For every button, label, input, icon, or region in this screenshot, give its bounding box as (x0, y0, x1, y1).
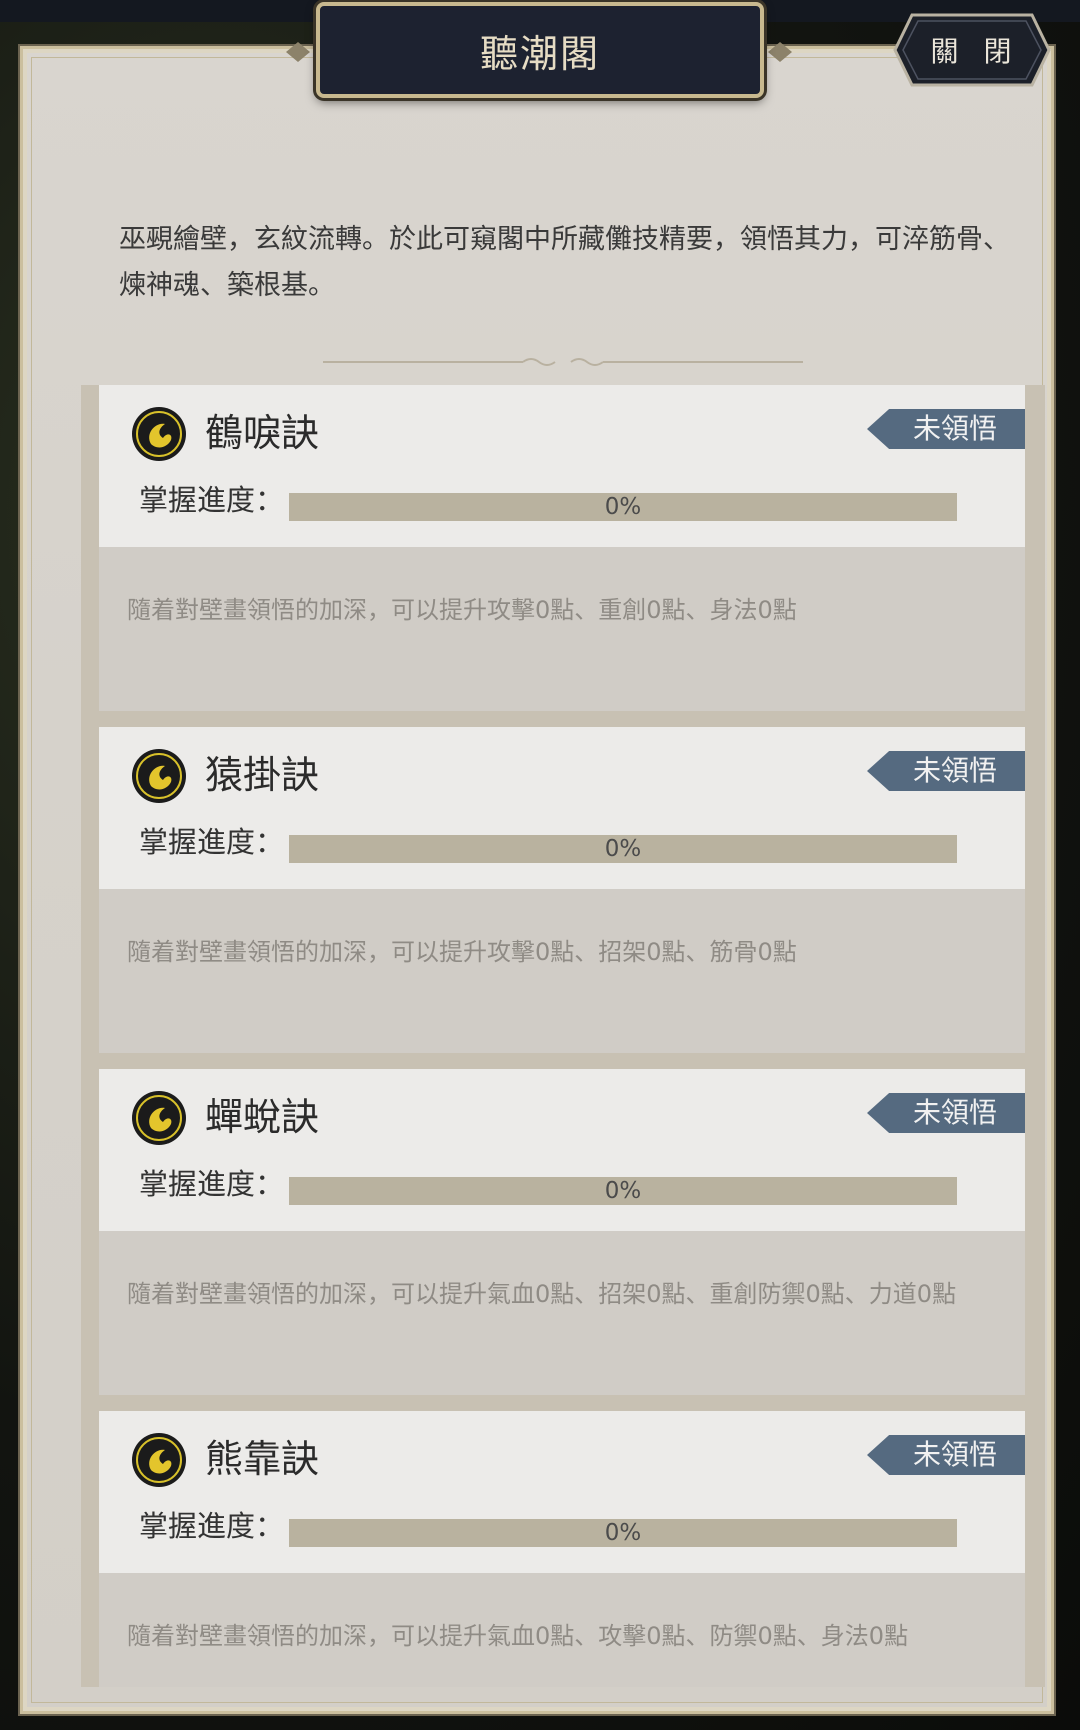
skill-description: 隨着對壁畫領悟的加深，可以提升氣血0點、攻擊0點、防禦0點、身法0點 (127, 1622, 909, 1650)
skill-card: 鶴唳訣 未領悟 掌握進度： 0% 隨着對壁畫領悟的加深，可以提升攻擊0點、重創0… (99, 385, 1025, 711)
progress-text: 0% (604, 494, 642, 520)
skill-description: 隨着對壁畫領悟的加深，可以提升氣血0點、招架0點、重創防禦0點、力道0點 (127, 1280, 957, 1308)
skill-card: 蟬蛻訣 未領悟 掌握進度： 0% 隨着對壁畫領悟的加深，可以提升氣血0點、招架0… (99, 1069, 1025, 1395)
skill-name: 猿掛訣 (205, 753, 320, 797)
skill-description: 隨着對壁畫領悟的加深，可以提升攻擊0點、招架0點、筋骨0點 (127, 938, 797, 966)
skill-card: 熊靠訣 未領悟 掌握進度： 0% 隨着對壁畫領悟的加深，可以提升氣血0點、攻擊0… (99, 1411, 1025, 1687)
window-title-plaque: 聽潮閣 (316, 2, 764, 98)
intro-text: 巫覡繪壁，玄紋流轉。於此可窺閣中所藏儺技精要，領悟其力，可淬筋骨、煉神魂、築根基… (119, 224, 1010, 301)
progress-label: 掌握進度： (139, 483, 285, 517)
skill-name: 熊靠訣 (205, 1437, 320, 1481)
skill-status-badge: 未領悟 (867, 751, 1025, 791)
skill-card: 猿掛訣 未領悟 掌握進度： 0% 隨着對壁畫領悟的加深，可以提升攻擊0點、招架0… (99, 727, 1025, 1053)
skill-description: 隨着對壁畫領悟的加深，可以提升攻擊0點、重創0點、身法0點 (127, 596, 797, 624)
progress-label: 掌握進度： (139, 1167, 285, 1201)
progress-label: 掌握進度： (139, 1509, 285, 1543)
progress-bar: 0% (289, 1177, 957, 1205)
dialog-panel: 巫覡繪壁，玄紋流轉。於此可窺閣中所藏儺技精要，領悟其力，可淬筋骨、煉神魂、築根基… (20, 46, 1054, 1714)
window-title: 聽潮閣 (479, 31, 600, 76)
skill-emblem-icon (132, 1091, 186, 1145)
close-button[interactable]: 關 閉 (892, 12, 1052, 88)
progress-bar: 0% (289, 1519, 957, 1547)
progress-label: 掌握進度： (139, 825, 285, 859)
skill-name: 蟬蛻訣 (205, 1095, 320, 1139)
skill-status-badge: 未領悟 (867, 409, 1025, 449)
skill-emblem-icon (132, 749, 186, 803)
title-ornament-right-icon (768, 42, 792, 62)
progress-bar: 0% (289, 493, 957, 521)
skill-status-badge: 未領悟 (867, 1093, 1025, 1133)
progress-text: 0% (604, 1520, 642, 1546)
skill-emblem-icon (132, 407, 186, 461)
progress-text: 0% (604, 1178, 642, 1204)
skill-name: 鶴唳訣 (205, 411, 320, 455)
title-ornament-left-icon (286, 42, 310, 62)
skill-emblem-icon (132, 1433, 186, 1487)
close-button-label: 關 閉 (930, 35, 1020, 68)
skill-status-badge: 未領悟 (867, 1435, 1025, 1475)
skill-list[interactable]: 鶴唳訣 未領悟 掌握進度： 0% 隨着對壁畫領悟的加深，可以提升攻擊0點、重創0… (81, 385, 1045, 1687)
progress-text: 0% (604, 836, 642, 862)
progress-bar: 0% (289, 835, 957, 863)
divider-ornament (323, 358, 803, 366)
